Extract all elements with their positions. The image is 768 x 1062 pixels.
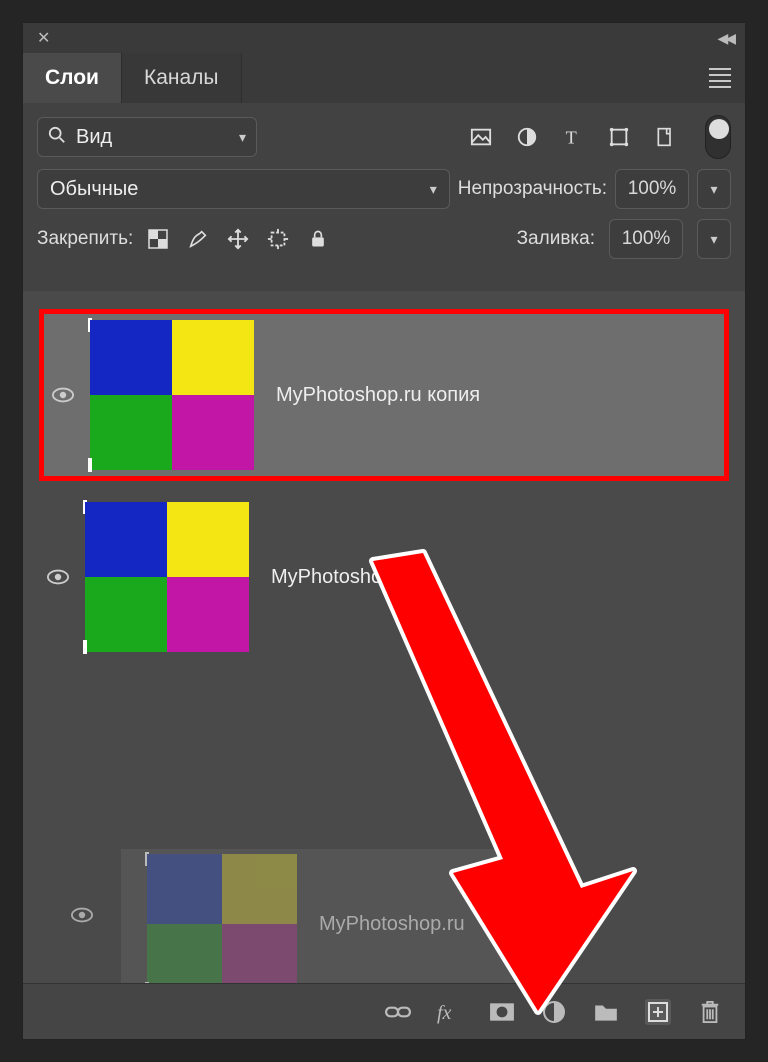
filter-type-label: Вид: [76, 126, 112, 149]
layer-fx-icon[interactable]: fx: [437, 999, 463, 1025]
visibility-toggle[interactable]: [44, 387, 82, 403]
filter-adjustment-icon[interactable]: [515, 125, 539, 149]
layer-filter-type[interactable]: Вид ▾: [37, 117, 257, 157]
link-layers-icon[interactable]: [385, 999, 411, 1025]
collapse-panel-icon[interactable]: ◀◀: [713, 30, 737, 47]
lock-fill-row: Закрепить: Заливка: 100% ▾: [23, 215, 745, 269]
ghost-visibility-icon: [71, 907, 93, 928]
close-icon[interactable]: ✕: [31, 28, 56, 48]
panel-menu-icon[interactable]: [709, 68, 731, 88]
lock-image-icon[interactable]: [187, 228, 209, 250]
fill-label: Заливка:: [517, 228, 595, 250]
layer-thumbnail[interactable]: [85, 502, 249, 652]
opacity-value[interactable]: 100%: [615, 169, 689, 209]
tab-channels[interactable]: Каналы: [122, 53, 242, 103]
visibility-toggle[interactable]: [39, 569, 77, 585]
layer-item[interactable]: MyPhotoshop.ru: [39, 491, 729, 663]
blend-opacity-row: Обычные ▾ Непрозрачность: 100% ▾: [23, 165, 745, 215]
filter-type-icon[interactable]: T: [561, 125, 585, 149]
chevron-down-icon: ▾: [239, 129, 246, 146]
fill-chevron[interactable]: ▾: [697, 219, 731, 259]
filter-toggle[interactable]: [705, 115, 731, 159]
new-group-icon[interactable]: [593, 999, 619, 1025]
svg-text:T: T: [566, 127, 577, 147]
layer-thumbnail[interactable]: [90, 320, 254, 470]
layer-name[interactable]: MyPhotoshop.ru: [271, 566, 417, 589]
chevron-down-icon: ▾: [430, 181, 437, 198]
opacity-label: Непрозрачность:: [458, 178, 607, 200]
svg-text:fx: fx: [437, 1002, 452, 1024]
panel-tabs: Слои Каналы: [23, 53, 745, 103]
filter-pixel-icon[interactable]: [469, 125, 493, 149]
layer-item-selected[interactable]: MyPhotoshop.ru копия: [39, 309, 729, 481]
filter-shape-icon[interactable]: [607, 125, 631, 149]
lock-artboard-icon[interactable]: [267, 228, 289, 250]
lock-label: Закрепить:: [37, 228, 133, 250]
layer-name[interactable]: MyPhotoshop.ru копия: [276, 384, 480, 407]
fill-value[interactable]: 100%: [609, 219, 683, 259]
tab-layers[interactable]: Слои: [23, 53, 122, 103]
blend-mode-select[interactable]: Обычные ▾: [37, 169, 450, 209]
layers-panel: ✕ ◀◀ Слои Каналы Вид ▾ T: [22, 22, 746, 1040]
delete-layer-icon[interactable]: [697, 999, 723, 1025]
layers-bottom-toolbar: fx: [23, 983, 745, 1039]
filter-smartobject-icon[interactable]: [653, 125, 677, 149]
new-adjustment-icon[interactable]: [541, 999, 567, 1025]
layers-list: MyPhotoshop.ru копия MyPhotoshop.ru: [23, 291, 745, 983]
toggle-knob: [709, 119, 729, 139]
layer-filter-row: Вид ▾ T: [23, 103, 745, 165]
search-icon: [48, 126, 66, 149]
opacity-chevron[interactable]: ▾: [697, 169, 731, 209]
blend-mode-value: Обычные: [50, 178, 138, 201]
lock-transparent-icon[interactable]: [147, 228, 169, 250]
new-layer-icon[interactable]: [645, 999, 671, 1025]
lock-position-icon[interactable]: [227, 228, 249, 250]
add-mask-icon[interactable]: [489, 999, 515, 1025]
panel-titlebar: ✕ ◀◀: [23, 23, 745, 53]
lock-all-icon[interactable]: [307, 228, 329, 250]
